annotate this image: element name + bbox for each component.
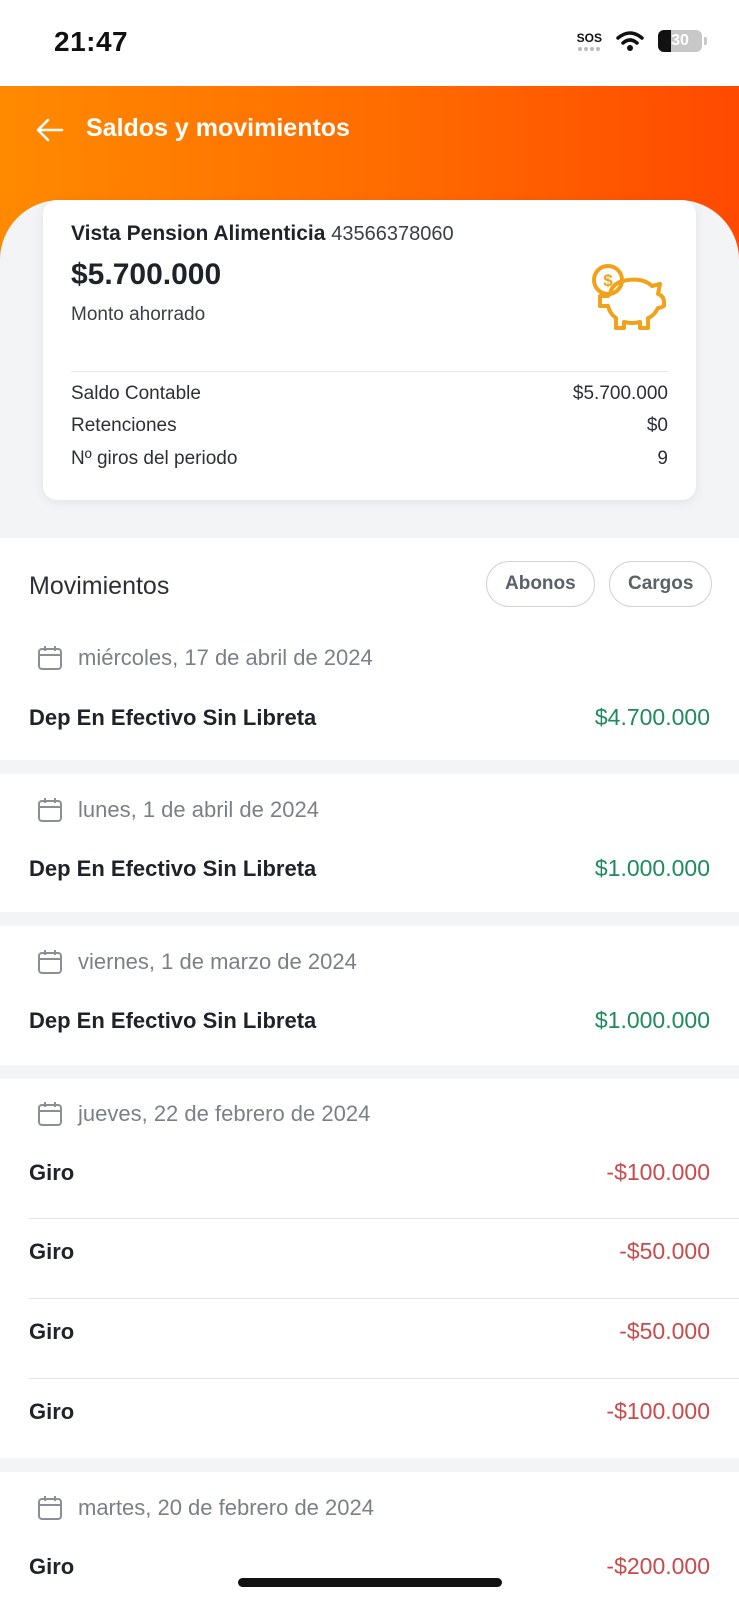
movement-row[interactable]: Giro -$50.000 bbox=[29, 1238, 710, 1265]
svg-text:$: $ bbox=[603, 271, 613, 290]
calendar-icon bbox=[38, 646, 62, 670]
date-label: miércoles, 17 de abril de 2024 bbox=[78, 645, 373, 670]
calendar-icon bbox=[38, 1102, 62, 1126]
calendar-icon bbox=[38, 798, 62, 822]
group-separator bbox=[0, 912, 739, 926]
movement-description: Dep En Efectivo Sin Libreta bbox=[29, 855, 317, 881]
saved-amount: $5.700.000 bbox=[71, 258, 222, 291]
detail-row-giros: Nº giros del periodo 9 bbox=[71, 448, 668, 470]
movement-amount: -$50.000 bbox=[619, 1318, 710, 1344]
movements-panel: Movimientos Abonos Cargos miércoles, 17 … bbox=[0, 538, 739, 1600]
signal-dots bbox=[577, 46, 602, 51]
movement-amount: $1.000.000 bbox=[594, 1007, 710, 1033]
detail-label: Nº giros del periodo bbox=[71, 448, 238, 469]
saved-amount-caption: Monto ahorrado bbox=[71, 304, 206, 325]
calendar-icon bbox=[38, 950, 62, 974]
battery-level: 30 bbox=[671, 32, 689, 49]
detail-row-retenciones: Retenciones $0 bbox=[71, 415, 668, 437]
date-label: viernes, 1 de marzo de 2024 bbox=[78, 949, 357, 974]
movement-row[interactable]: Giro -$50.000 bbox=[29, 1318, 710, 1345]
movement-amount: -$50.000 bbox=[619, 1238, 710, 1264]
movement-amount: -$100.000 bbox=[606, 1398, 710, 1424]
page-title: Saldos y movimientos bbox=[86, 114, 350, 142]
movement-amount: -$200.000 bbox=[606, 1553, 710, 1579]
date-header: miércoles, 17 de abril de 2024 bbox=[36, 644, 373, 672]
filter-abonos-button[interactable]: Abonos bbox=[486, 561, 595, 607]
movement-description: Giro bbox=[29, 1553, 75, 1579]
status-bar: 21:47 SOS 30 bbox=[0, 0, 739, 86]
date-label: jueves, 22 de febrero de 2024 bbox=[78, 1101, 371, 1126]
back-arrow-icon[interactable] bbox=[34, 114, 66, 146]
sos-label: SOS bbox=[576, 30, 602, 45]
account-line: Vista Pension Alimenticia 43566378060 bbox=[71, 222, 454, 246]
account-name: Vista Pension Alimenticia bbox=[71, 222, 326, 245]
movement-row[interactable]: Dep En Efectivo Sin Libreta $1.000.000 bbox=[29, 1007, 710, 1034]
group-separator bbox=[0, 1065, 739, 1079]
group-separator bbox=[0, 1458, 739, 1472]
status-time: 21:47 bbox=[54, 26, 129, 57]
date-label: martes, 20 de febrero de 2024 bbox=[78, 1495, 374, 1520]
battery-icon: 30 bbox=[658, 30, 702, 52]
card-divider bbox=[71, 371, 668, 372]
account-summary-card: Vista Pension Alimenticia 43566378060 $5… bbox=[43, 200, 696, 500]
home-indicator[interactable] bbox=[238, 1578, 502, 1587]
date-header: jueves, 22 de febrero de 2024 bbox=[36, 1100, 370, 1128]
movement-row[interactable]: Giro -$100.000 bbox=[29, 1159, 710, 1186]
movement-amount: $1.000.000 bbox=[594, 855, 710, 881]
detail-value: $5.700.000 bbox=[572, 383, 668, 404]
movement-row[interactable]: Dep En Efectivo Sin Libreta $4.700.000 bbox=[29, 704, 710, 731]
movement-row[interactable]: Giro -$100.000 bbox=[29, 1398, 710, 1425]
movement-description: Dep En Efectivo Sin Libreta bbox=[29, 1007, 317, 1033]
status-icons: SOS 30 bbox=[577, 30, 707, 52]
date-header: viernes, 1 de marzo de 2024 bbox=[36, 948, 357, 976]
wifi-icon bbox=[616, 31, 644, 51]
movement-row[interactable]: Giro -$200.000 bbox=[29, 1553, 710, 1580]
movement-description: Giro bbox=[29, 1318, 75, 1344]
account-number: 43566378060 bbox=[331, 223, 454, 245]
movements-title: Movimientos bbox=[29, 572, 170, 600]
filter-cargos-button[interactable]: Cargos bbox=[609, 561, 713, 607]
row-divider bbox=[29, 1298, 739, 1299]
movement-description: Dep En Efectivo Sin Libreta bbox=[29, 704, 317, 730]
movement-amount: -$100.000 bbox=[606, 1159, 710, 1185]
calendar-icon bbox=[38, 1496, 62, 1520]
detail-value: $0 bbox=[646, 415, 668, 436]
movement-description: Giro bbox=[29, 1398, 75, 1424]
group-separator bbox=[0, 760, 739, 774]
row-divider bbox=[29, 1378, 739, 1379]
piggy-bank-icon: $ bbox=[592, 264, 666, 330]
detail-row-saldo: Saldo Contable $5.700.000 bbox=[71, 383, 668, 405]
movement-description: Giro bbox=[29, 1159, 75, 1185]
date-label: lunes, 1 de abril de 2024 bbox=[78, 797, 319, 822]
detail-label: Saldo Contable bbox=[71, 383, 201, 404]
sos-indicator: SOS bbox=[577, 32, 602, 51]
row-divider bbox=[29, 1218, 739, 1219]
detail-label: Retenciones bbox=[71, 415, 177, 436]
movement-row[interactable]: Dep En Efectivo Sin Libreta $1.000.000 bbox=[29, 855, 710, 882]
detail-value: 9 bbox=[657, 448, 668, 469]
movement-description: Giro bbox=[29, 1238, 75, 1264]
movement-amount: $4.700.000 bbox=[594, 704, 710, 730]
date-header: martes, 20 de febrero de 2024 bbox=[36, 1494, 374, 1522]
date-header: lunes, 1 de abril de 2024 bbox=[36, 796, 319, 824]
